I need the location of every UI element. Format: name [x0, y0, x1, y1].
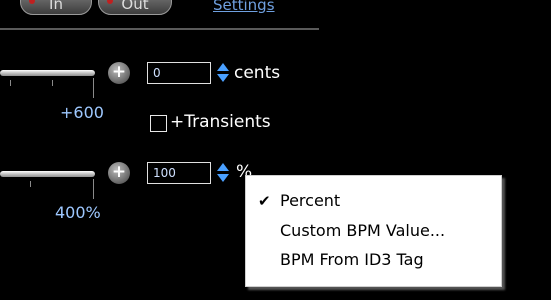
pitch-value-input[interactable]: 0 — [147, 62, 211, 84]
tempo-slider-tick — [93, 179, 94, 199]
pitch-slider-tick — [52, 80, 53, 86]
transients-label: +Transients — [170, 112, 271, 132]
tempo-spinner[interactable] — [216, 162, 229, 184]
in-button[interactable]: In — [20, 0, 92, 15]
tempo-scale-label: 400% — [55, 203, 101, 222]
transients-checkbox[interactable] — [150, 115, 167, 132]
spin-up-icon — [217, 163, 229, 171]
menu-item-bpm-id3[interactable]: BPM From ID3 Tag — [246, 246, 501, 274]
tempo-slider-track[interactable] — [0, 171, 95, 177]
pitch-scale-label: +600 — [60, 103, 104, 122]
out-button[interactable]: Out — [98, 0, 172, 15]
tempo-slider-tick — [30, 181, 31, 187]
spin-down-icon — [217, 74, 229, 82]
pitch-slider-track[interactable] — [0, 70, 95, 76]
menu-item-label: BPM From ID3 Tag — [280, 250, 424, 269]
settings-link[interactable]: Settings — [213, 0, 275, 14]
record-dot-icon — [29, 0, 35, 4]
spin-up-icon — [217, 63, 229, 71]
menu-item-percent[interactable]: ✔ Percent — [246, 187, 501, 215]
tempo-value-input[interactable]: 100 — [147, 162, 211, 184]
menu-item-label: Custom BPM Value... — [280, 221, 446, 240]
record-dot-icon — [107, 0, 113, 4]
pitch-unit-label: cents — [234, 63, 281, 83]
out-button-label: Out — [121, 0, 149, 13]
tempo-plus-button[interactable]: + — [108, 162, 130, 184]
in-button-label: In — [49, 0, 63, 13]
pitch-slider-tick — [10, 80, 11, 86]
pitch-spinner[interactable] — [216, 62, 229, 84]
header-divider — [0, 28, 319, 30]
tempo-unit-menu: ✔ Percent Custom BPM Value... BPM From I… — [245, 175, 502, 287]
checkmark-icon: ✔ — [258, 192, 271, 210]
spin-down-icon — [217, 174, 229, 182]
menu-item-label: Percent — [280, 191, 341, 210]
pitch-slider-tick — [93, 78, 94, 98]
menu-item-custom-bpm[interactable]: Custom BPM Value... — [246, 217, 501, 245]
pitch-plus-button[interactable]: + — [108, 62, 130, 84]
